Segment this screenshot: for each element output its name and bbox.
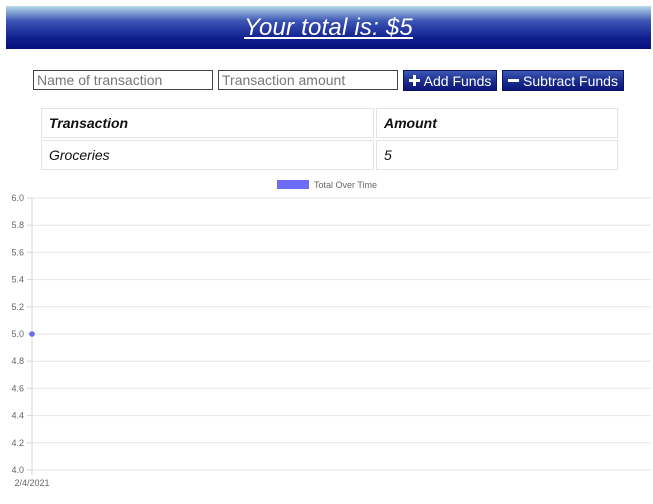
table-header-row: Transaction Amount [41, 108, 618, 138]
x-tick-label: 2/4/2021 [14, 478, 49, 488]
y-axis: 6.0 5.8 5.6 5.4 5.2 5.0 4.8 4.6 4.4 4.2 4.0 [11, 193, 33, 475]
table-row: Groceries 5 [41, 140, 618, 170]
legend-swatch [277, 180, 309, 189]
legend-label: Total Over Time [314, 180, 377, 190]
y-tick-label: 4.6 [11, 383, 24, 393]
x-axis: 2/4/2021 [14, 478, 49, 488]
y-tick-label: 5.6 [11, 247, 24, 257]
transaction-amount-cell: 5 [376, 140, 618, 170]
transactions-table: Transaction Amount Groceries 5 [39, 106, 620, 172]
y-tick-label: 4.0 [11, 465, 24, 475]
y-tick-label: 4.4 [11, 411, 24, 421]
y-tick-label: 4.8 [11, 356, 24, 366]
y-tick-label: 5.0 [11, 329, 24, 339]
minus-icon [508, 75, 520, 86]
add-funds-label: Add Funds [423, 72, 492, 89]
header-banner: Your total is: $5 [6, 6, 651, 49]
y-tick-label: 5.8 [11, 220, 24, 230]
y-tick-label: 4.2 [11, 438, 24, 448]
chart-grid [32, 197, 651, 471]
y-tick-label: 5.2 [11, 302, 24, 312]
transaction-form: Add Funds Subtract Funds [0, 70, 653, 92]
transaction-amount-input[interactable] [218, 70, 398, 90]
total-over-time-chart: Total Over Time 6.0 5.8 5.6 5.4 5.2 5.0 4.8 4.6… [11, 180, 651, 488]
y-tick-label: 5.4 [11, 275, 24, 285]
plus-icon [408, 75, 420, 86]
data-series [29, 331, 35, 337]
column-header-amount: Amount [376, 108, 618, 138]
add-funds-button[interactable]: Add Funds [403, 70, 497, 91]
column-header-transaction: Transaction [41, 108, 374, 138]
subtract-funds-button[interactable]: Subtract Funds [502, 70, 624, 91]
total-title: Your total is: $5 [244, 13, 413, 41]
transaction-name-cell: Groceries [41, 140, 374, 170]
chart-legend: Total Over Time [277, 180, 377, 190]
y-tick-label: 6.0 [11, 193, 24, 203]
subtract-funds-label: Subtract Funds [523, 72, 618, 89]
data-point [29, 331, 35, 337]
transaction-name-input[interactable] [33, 70, 213, 90]
